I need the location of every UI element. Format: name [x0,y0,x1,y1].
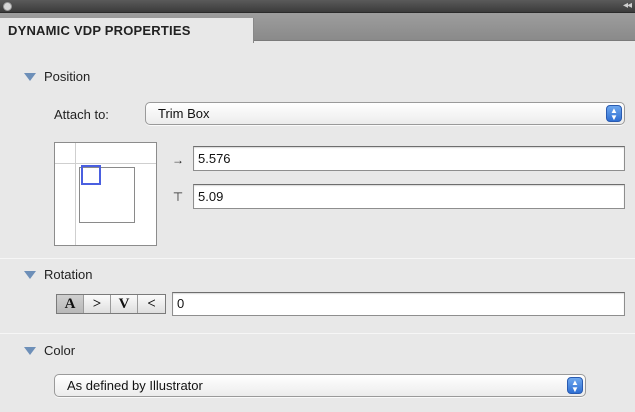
rotation-section-header[interactable]: Rotation [0,264,635,286]
guide-line-horizontal [55,163,156,164]
horizontal-offset-icon: → [172,153,184,167]
position-section-header[interactable]: Position [0,66,635,88]
guide-line-vertical [75,143,76,245]
horizontal-offset-value: 5.576 [198,151,231,166]
vertical-offset-field[interactable]: 5.09 [193,184,625,209]
section-divider [0,333,635,334]
color-section-title: Color [44,343,76,358]
up-down-arrows-icon[interactable]: ▲ ▼ [606,105,622,122]
horizontal-offset-field[interactable]: 5.576 [193,146,625,171]
vertical-offset-icon: ⊤ [172,190,184,204]
close-icon[interactable] [3,2,12,11]
vertical-offset-value: 5.09 [198,189,224,204]
rotate-270-button[interactable]: < [138,295,165,313]
rotation-angle-value: 0 [177,296,185,311]
dynamic-vdp-properties-panel: ◂◂ DYNAMIC VDP PROPERTIES Position Attac… [0,0,635,412]
disclosure-triangle-icon[interactable] [24,271,36,279]
attach-to-label: Attach to: [54,107,109,122]
rotation-button-group: A > V < [56,294,166,314]
reference-point-marker[interactable] [81,165,101,185]
up-down-arrows-icon[interactable]: ▲ ▼ [567,377,583,394]
rotation-section-title: Rotation [44,267,93,282]
disclosure-triangle-icon[interactable] [24,347,36,355]
tab-dynamic-vdp-properties[interactable]: DYNAMIC VDP PROPERTIES [0,18,254,43]
color-value: As defined by Illustrator [67,378,203,393]
rotate-0-button[interactable]: A [57,295,84,313]
rotation-angle-field[interactable]: 0 [172,292,625,316]
rotate-180-button[interactable]: V [111,295,138,313]
attach-to-select[interactable]: Trim Box ▲ ▼ [145,102,625,125]
panel-titlebar[interactable]: ◂◂ [0,0,635,13]
attach-to-value: Trim Box [158,106,210,121]
section-divider [0,258,635,259]
color-section-header[interactable]: Color [0,340,635,362]
rotate-90-button[interactable]: > [84,295,111,313]
reference-point-widget[interactable] [54,142,157,246]
disclosure-triangle-icon[interactable] [24,73,36,81]
color-select[interactable]: As defined by Illustrator ▲ ▼ [54,374,586,397]
collapse-panel-icon[interactable]: ◂◂ [623,0,632,12]
position-section-title: Position [44,69,91,84]
